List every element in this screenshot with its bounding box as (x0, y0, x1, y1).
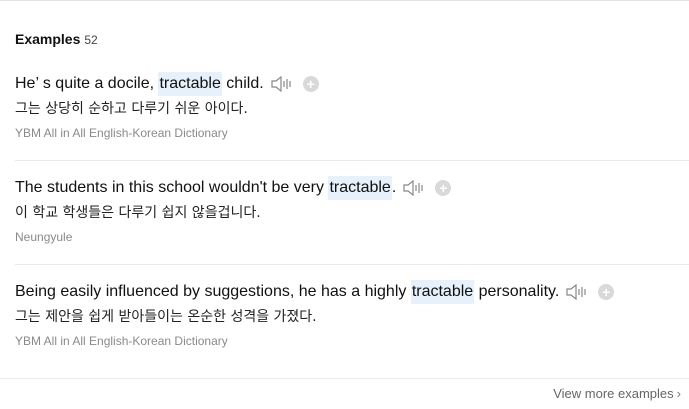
add-icon[interactable]: + (302, 76, 319, 92)
examples-title: Examples (15, 31, 81, 47)
example-sentence: The students in this school wouldn't be … (15, 176, 679, 200)
add-icon[interactable]: + (435, 180, 452, 196)
example-translation: 이 학교 학생들은 다루기 쉽지 않을겁니다. (15, 205, 261, 221)
sentence-text: . (391, 179, 397, 196)
example-source: Neungyule (15, 230, 73, 244)
example-sentence: Being easily influenced by suggestions, … (15, 280, 679, 304)
chevron-right-icon: › (676, 386, 681, 401)
example-translation: 그는 제안을 쉽게 받아들이는 온순한 성격을 가졌다. (15, 309, 317, 325)
examples-panel: Examples 52 He’ s quite a docile, tractab… (0, 0, 689, 409)
highlighted-word: tractable (410, 280, 475, 304)
divider (15, 264, 689, 265)
highlighted-word: tractable (328, 176, 392, 200)
sentence-text: Being easily influenced by suggestions, … (15, 283, 411, 300)
examples-count: 52 (84, 33, 98, 47)
example-item: Being easily influenced by suggestions, … (15, 280, 689, 349)
example-source: YBM All in All English-Korean Dictionary (15, 126, 228, 140)
speaker-icon[interactable] (270, 74, 294, 94)
example-translation: 그는 상당히 순하고 다루기 쉬운 아이다. (15, 101, 248, 117)
example-item: He’ s quite a docile, tractable child. +… (15, 72, 689, 141)
sentence-text: personality. (474, 283, 560, 300)
examples-header: Examples 52 (15, 31, 98, 47)
speaker-icon[interactable] (565, 282, 589, 302)
divider (15, 160, 689, 161)
example-source: YBM All in All English-Korean Dictionary (15, 334, 228, 348)
example-item: The students in this school wouldn't be … (15, 176, 689, 245)
add-icon[interactable]: + (598, 284, 615, 300)
sentence-text: He’ s quite a docile, (15, 75, 159, 92)
sentence-text: child. (221, 75, 264, 92)
highlighted-word: tractable (158, 72, 222, 96)
examples-footer: View more examples › (0, 378, 689, 409)
view-more-label: View more examples (553, 386, 674, 401)
example-sentence: He’ s quite a docile, tractable child. + (15, 72, 679, 96)
speaker-icon[interactable] (402, 178, 426, 198)
view-more-examples-link[interactable]: View more examples › (553, 386, 681, 401)
sentence-text: The students in this school wouldn't be … (15, 179, 329, 196)
